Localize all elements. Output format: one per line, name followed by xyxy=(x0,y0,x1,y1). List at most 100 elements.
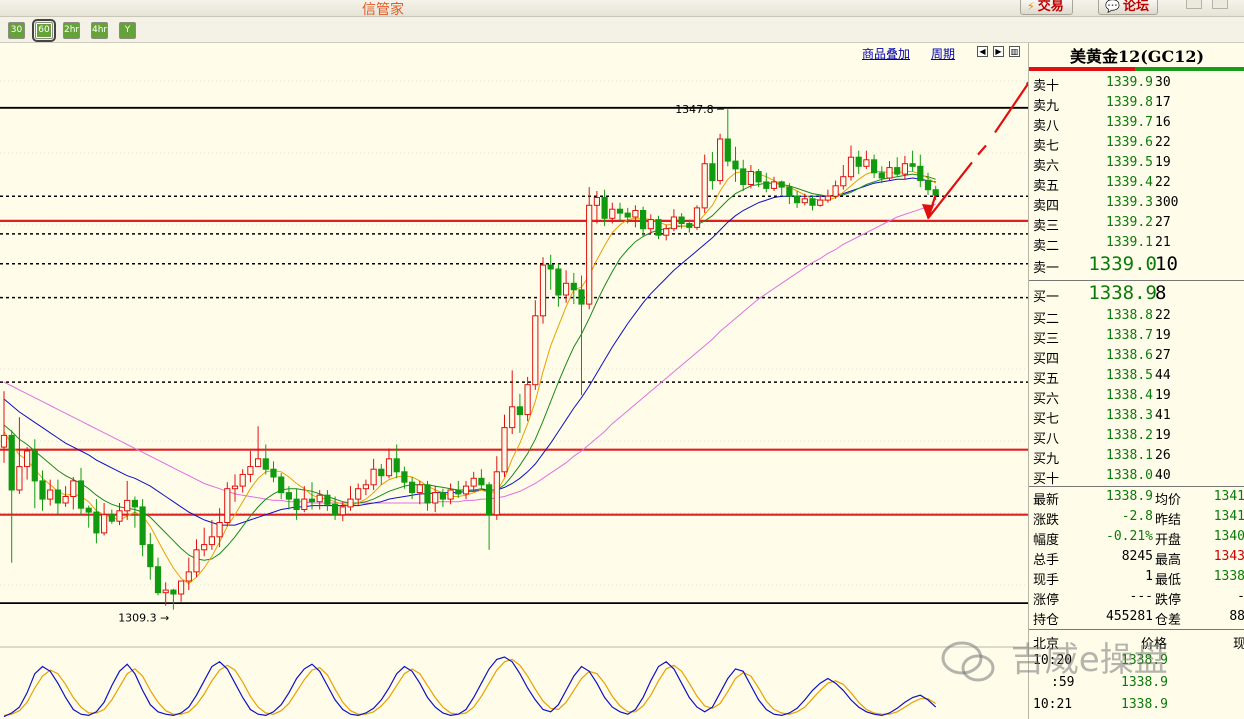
candle-body xyxy=(270,468,277,478)
period-button-y[interactable]: Y xyxy=(119,22,136,39)
speech-bubble-icon: 💬 xyxy=(1105,0,1120,13)
bid-price: 1338.1 xyxy=(1106,448,1153,463)
low-label: 1309.3 → xyxy=(118,612,169,625)
candle-body xyxy=(447,489,454,500)
overlay-link[interactable]: 商品叠加 xyxy=(862,45,910,62)
bid-row: 买五 1338.5 44 xyxy=(1029,366,1244,387)
candle-body xyxy=(917,165,924,182)
candle-body xyxy=(509,406,516,429)
ask-row: 卖四 1339.3 300 xyxy=(1029,193,1244,214)
period-link[interactable]: 周期 xyxy=(931,45,955,62)
candle-body xyxy=(755,171,762,183)
candlestick-chart[interactable]: 1347.8 ─ 1309.3 → xyxy=(0,43,1028,719)
bid-label: 买一 xyxy=(1033,290,1060,305)
stat-value: -2.8 xyxy=(1121,509,1153,524)
candle-body xyxy=(555,268,562,296)
candle-body xyxy=(832,185,839,197)
bid-price: 1338.8 xyxy=(1106,308,1153,323)
stat-value: - xyxy=(1193,589,1244,604)
ask-label: 卖七 xyxy=(1033,139,1060,154)
period-button-30[interactable]: 30 xyxy=(8,22,25,39)
ma-mid-line xyxy=(3,173,936,561)
ask-volume: 300 xyxy=(1155,195,1179,210)
candle-body xyxy=(701,163,708,209)
candle-body xyxy=(824,195,831,201)
candle-body xyxy=(747,171,754,185)
ma-slow-line xyxy=(3,177,936,526)
candle-body xyxy=(185,571,192,582)
stat-row: 涨跌 -2.8 昨结 1341 xyxy=(1029,507,1244,528)
stat-label: 涨跌 xyxy=(1033,513,1060,528)
candle-body xyxy=(416,484,423,494)
ask-label: 卖五 xyxy=(1033,179,1060,194)
quote-panel: 美黄金12(GC12) 卖十 1339.9 30 卖九 1339.8 17 卖八 1339.7… xyxy=(1028,43,1244,719)
ask-volume: 17 xyxy=(1155,95,1171,110)
candle-body xyxy=(732,160,739,170)
ask-volume: 19 xyxy=(1155,155,1171,170)
ask-row: 卖五 1339.4 22 xyxy=(1029,173,1244,194)
wechat-icon xyxy=(941,641,995,681)
candle-body xyxy=(131,499,139,508)
ask-price: 1339.1 xyxy=(1106,235,1153,250)
candle-body xyxy=(85,507,92,513)
candle-body xyxy=(470,477,477,487)
candle-body xyxy=(201,544,208,551)
ask-row: 卖十 1339.9 30 xyxy=(1029,73,1244,94)
stat-value: 455281 xyxy=(1106,609,1153,624)
bid-label: 买四 xyxy=(1033,352,1060,367)
ask-row: 卖三 1339.2 27 xyxy=(1029,213,1244,234)
candle-body xyxy=(432,492,439,504)
candle-body xyxy=(224,488,231,524)
minimize-icon[interactable] xyxy=(1186,0,1202,9)
stat-row: 总手 8245 最高 1343 xyxy=(1029,547,1244,568)
candle-body xyxy=(593,197,600,206)
bid-price: 1338.7 xyxy=(1106,328,1153,343)
stat-label: 幅度 xyxy=(1033,533,1060,548)
candle-body xyxy=(54,489,61,504)
layout-icon[interactable]: ▥ xyxy=(1009,46,1020,57)
ask-price: 1339.3 xyxy=(1106,195,1153,210)
maximize-icon[interactable] xyxy=(1212,0,1228,9)
candle-body xyxy=(193,549,200,573)
stat-label: 昨结 xyxy=(1155,513,1182,528)
bid-label: 买十 xyxy=(1033,472,1060,487)
candle-body xyxy=(439,492,446,500)
candle-body xyxy=(601,197,608,219)
stat-value: 1338 xyxy=(1213,569,1244,584)
bid-price: 1338.0 xyxy=(1106,468,1153,483)
candle-body xyxy=(532,315,539,386)
stat-label: 开盘 xyxy=(1155,533,1182,548)
stat-row: 最新 1338.9 均价 1341 xyxy=(1029,487,1244,508)
candle-body xyxy=(678,216,685,224)
bid-volume: 19 xyxy=(1155,328,1171,343)
trade-button[interactable]: ⚡ 交易 xyxy=(1020,0,1073,15)
candle-body xyxy=(809,198,816,206)
ask-volume: 27 xyxy=(1155,215,1171,230)
candle-body xyxy=(316,494,323,503)
candle-body xyxy=(409,481,416,494)
candle-body xyxy=(486,484,493,516)
scroll-left-icon[interactable]: ◀ xyxy=(977,46,988,57)
ask-price: 1339.5 xyxy=(1106,155,1153,170)
forum-button[interactable]: 💬 论坛 xyxy=(1098,0,1158,15)
period-button-4hr[interactable]: 4hr xyxy=(91,22,108,39)
stat-label: 最低 xyxy=(1155,573,1182,588)
stat-value: 1 xyxy=(1145,569,1153,584)
scroll-right-icon[interactable]: ▶ xyxy=(993,46,1004,57)
period-button-60[interactable]: 60 xyxy=(32,19,56,42)
bid-volume: 26 xyxy=(1155,448,1171,463)
candle-body xyxy=(855,156,862,167)
stat-value: 1338.9 xyxy=(1106,489,1153,504)
projection-arrow-line xyxy=(994,81,1028,134)
bid-price: 1338.6 xyxy=(1106,348,1153,363)
candle-body xyxy=(632,210,639,218)
candle-body xyxy=(247,466,254,475)
candle-body xyxy=(624,212,631,218)
stat-label: 最新 xyxy=(1033,493,1060,508)
candle-body xyxy=(778,181,785,188)
chart-area[interactable]: 1347.8 ─ 1309.3 → 商品叠加 周期 ◀ ▶ ▥ xyxy=(0,43,1028,719)
bid-volume: 19 xyxy=(1155,428,1171,443)
period-button-2hr[interactable]: 2hr xyxy=(63,22,80,39)
candle-body xyxy=(93,511,100,534)
ask-price: 1339.7 xyxy=(1106,115,1153,130)
